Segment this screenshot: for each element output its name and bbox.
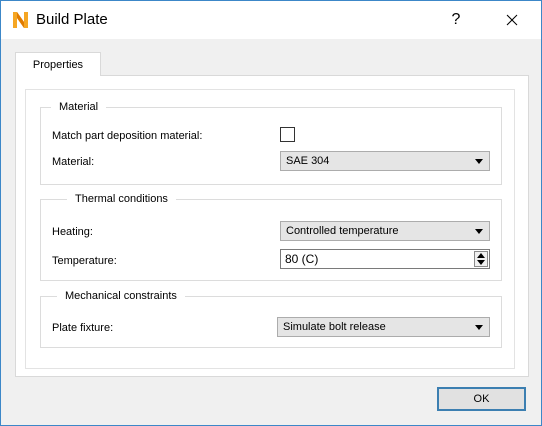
title-bar: Build Plate ? bbox=[1, 1, 541, 39]
material-select[interactable]: SAE 304 bbox=[280, 151, 490, 171]
mechanical-group-title: Mechanical constraints bbox=[57, 289, 185, 303]
window-title: Build Plate bbox=[36, 11, 108, 28]
close-icon bbox=[506, 14, 518, 26]
temperature-label: Temperature: bbox=[52, 255, 117, 267]
material-group: Material bbox=[40, 100, 502, 185]
thermal-group-title: Thermal conditions bbox=[67, 192, 176, 206]
temperature-stepper[interactable] bbox=[474, 251, 488, 267]
chevron-down-icon bbox=[475, 325, 483, 330]
chevron-down-icon bbox=[475, 229, 483, 234]
heating-label: Heating: bbox=[52, 226, 93, 238]
plate-fixture-label: Plate fixture: bbox=[52, 322, 114, 334]
build-plate-dialog: Build Plate ? Properties Material Match … bbox=[0, 0, 542, 426]
heating-select[interactable]: Controlled temperature bbox=[280, 221, 490, 241]
app-logo-icon bbox=[12, 11, 29, 29]
material-select-value: SAE 304 bbox=[286, 155, 330, 167]
plate-fixture-value: Simulate bolt release bbox=[283, 321, 386, 333]
match-deposition-checkbox[interactable] bbox=[280, 127, 295, 142]
match-deposition-label: Match part deposition material: bbox=[52, 130, 203, 142]
temperature-spinbox[interactable]: 80 (C) bbox=[280, 249, 490, 269]
material-label: Material: bbox=[52, 156, 95, 168]
tab-properties[interactable]: Properties bbox=[15, 52, 101, 76]
help-button[interactable]: ? bbox=[441, 1, 471, 39]
chevron-down-icon bbox=[475, 159, 483, 164]
material-group-title: Material bbox=[51, 100, 107, 114]
ok-button[interactable]: OK bbox=[437, 387, 526, 411]
plate-fixture-select[interactable]: Simulate bolt release bbox=[277, 317, 490, 337]
temperature-value: 80 (C) bbox=[285, 252, 319, 266]
stepper-up-icon[interactable] bbox=[477, 253, 485, 258]
stepper-down-icon[interactable] bbox=[477, 260, 485, 265]
close-button[interactable] bbox=[497, 1, 527, 39]
heating-select-value: Controlled temperature bbox=[286, 225, 399, 237]
